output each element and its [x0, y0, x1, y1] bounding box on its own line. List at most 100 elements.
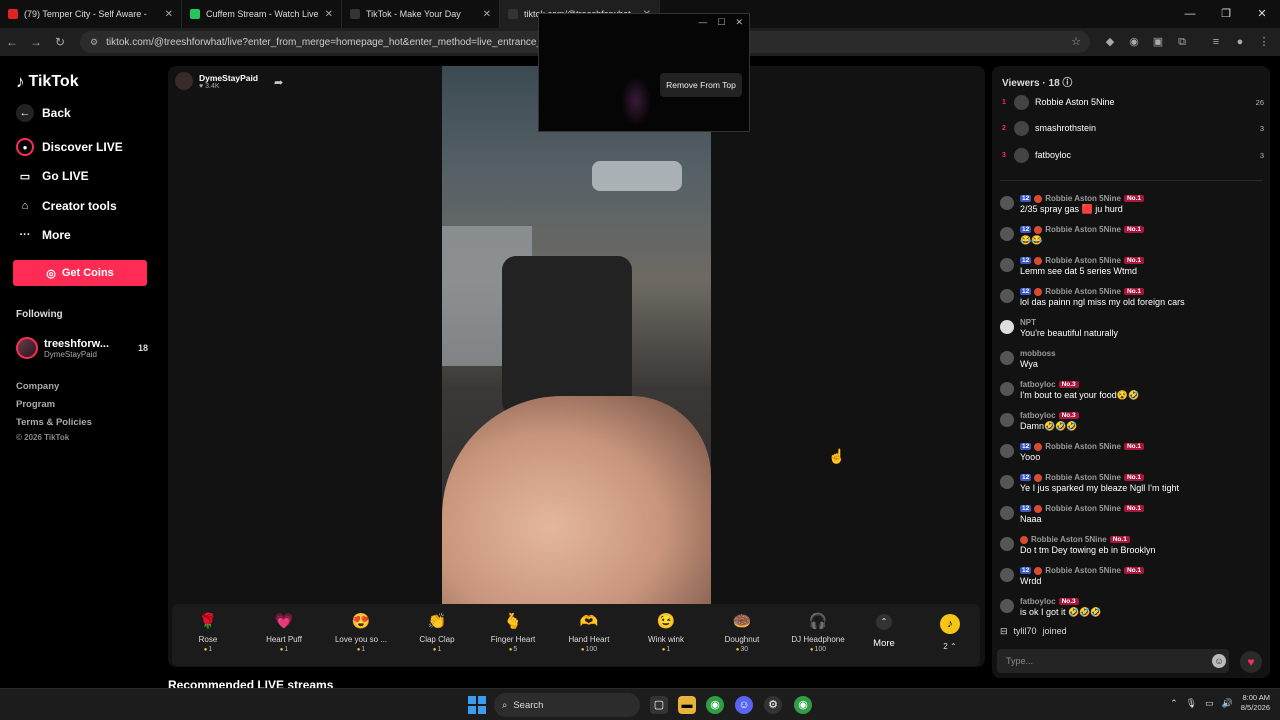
app-icon[interactable]: ⚙: [764, 696, 782, 714]
browser-tab[interactable]: (79) Temper City - Self Aware - ✕: [0, 0, 182, 28]
chat-message[interactable]: fatboyloc No.3 is ok I got it 🤣🤣🤣: [1000, 597, 1262, 618]
gift-dj-headphone[interactable]: 🎧 DJ Headphone 100: [783, 608, 853, 653]
sidebar-item-creator-tools[interactable]: ⌂ Creator tools: [16, 197, 117, 215]
following-account[interactable]: treeshforw... DymeStayPaid 18: [16, 334, 148, 362]
gift-clap-clap[interactable]: 👏 Clap Clap 1: [402, 608, 472, 653]
chat-input[interactable]: Type...: [997, 649, 1229, 673]
sidebar-item-go-live[interactable]: ▭ Go LIVE: [16, 167, 89, 185]
top-viewer-row[interactable]: 3 fatboyloc 3: [1002, 146, 1264, 164]
browser-tab[interactable]: TikTok - Make Your Day ✕: [342, 0, 500, 28]
chat-username[interactable]: fatboyloc: [1020, 380, 1056, 389]
coin-balance[interactable]: ♪ 2 ⌃: [936, 612, 964, 651]
remove-from-top-button[interactable]: Remove From Top: [660, 73, 742, 97]
chat-username[interactable]: Robbie Aston 5Nine: [1045, 287, 1121, 296]
chat-username[interactable]: Robbie Aston 5Nine: [1045, 194, 1121, 203]
live-video[interactable]: [442, 66, 711, 604]
chat-message[interactable]: 12 Robbie Aston 5Nine No.1 Naaa: [1000, 504, 1262, 524]
discord-icon[interactable]: ☺: [735, 696, 753, 714]
chat-message[interactable]: 12 Robbie Aston 5Nine No.1 lol das painn n…: [1000, 287, 1262, 307]
joined-username[interactable]: tylil70: [1014, 626, 1037, 637]
chat-username[interactable]: mobboss: [1020, 349, 1056, 358]
chat-message[interactable]: 12 Robbie Aston 5Nine No.1 2/35 spray gas …: [1000, 194, 1262, 215]
chat-message[interactable]: 12 Robbie Aston 5Nine No.1 Lemm see dat 5 …: [1000, 256, 1262, 276]
share-icon[interactable]: ➦: [274, 76, 283, 89]
profile-avatar-icon[interactable]: ●: [1232, 34, 1248, 50]
chat-message[interactable]: fatboyloc No.3 Damn🤣🤣🤣: [1000, 411, 1262, 432]
emoji-icon[interactable]: ☺: [1212, 654, 1226, 668]
chat-message[interactable]: 12 Robbie Aston 5Nine No.1 Wrdd: [1000, 566, 1262, 586]
like-heart-button[interactable]: ♥: [1240, 651, 1262, 673]
chat-username[interactable]: Robbie Aston 5Nine: [1031, 535, 1107, 544]
chat-message[interactable]: Robbie Aston 5Nine No.1 Do t tm Dey towin…: [1000, 535, 1262, 555]
browser-menu-icon[interactable]: ⋮: [1256, 34, 1272, 50]
minimize-icon[interactable]: —: [1172, 0, 1208, 28]
chat-message[interactable]: 12 Robbie Aston 5Nine No.1 Ye I jus sparke…: [1000, 473, 1262, 493]
get-coins-button[interactable]: ◎ Get Coins: [13, 260, 147, 286]
sidebar-item-more[interactable]: ··· More: [16, 226, 71, 244]
host-avatar[interactable]: [175, 72, 193, 90]
gift-finger-heart[interactable]: 🫰 Finger Heart 5: [478, 608, 548, 653]
site-info-icon[interactable]: ⚙: [90, 37, 98, 48]
gift-doughnut[interactable]: 🍩 Doughnut 30: [707, 608, 777, 653]
tiktok-logo[interactable]: ♪ TikTok: [16, 72, 79, 92]
close-tab-icon[interactable]: ✕: [483, 9, 491, 20]
mini-player-window[interactable]: — ☐ ✕ Remove From Top: [538, 13, 750, 132]
minimize-icon[interactable]: —: [698, 17, 707, 27]
chrome-icon[interactable]: ◉: [706, 696, 724, 714]
reload-icon[interactable]: ↻: [48, 35, 72, 49]
forward-arrow-icon[interactable]: →: [24, 35, 48, 49]
chevron-up-icon[interactable]: ⌃: [1170, 698, 1178, 709]
reading-list-icon[interactable]: ≡: [1208, 34, 1224, 50]
chat-username[interactable]: Robbie Aston 5Nine: [1045, 473, 1121, 482]
gift-hand-heart[interactable]: 🫶 Hand Heart 100: [554, 608, 624, 653]
gift-love-you[interactable]: 😍 Love you so ... 1: [326, 608, 396, 653]
viewers-title[interactable]: Viewers · 18 ⓘ: [1002, 74, 1072, 89]
bookmark-star-icon[interactable]: ☆: [1068, 34, 1084, 50]
chat-message[interactable]: 12 Robbie Aston 5Nine No.1 Yooo: [1000, 442, 1262, 462]
sidebar-item-discover-live[interactable]: ● Discover LIVE: [16, 138, 123, 156]
back-arrow-icon[interactable]: ←: [0, 35, 24, 49]
extension-icon[interactable]: ▣: [1150, 34, 1166, 50]
gift-wink-wink[interactable]: 😉 Wink wink 1: [631, 608, 701, 653]
extension-icon[interactable]: ◉: [1126, 34, 1142, 50]
extensions-puzzle-icon[interactable]: ⧉: [1174, 34, 1190, 50]
taskbar-search[interactable]: ⌕ Search: [494, 693, 640, 717]
more-gifts-button[interactable]: ⌃ More: [864, 612, 904, 649]
chat-username[interactable]: Robbie Aston 5Nine: [1045, 566, 1121, 575]
chat-message[interactable]: fatboyloc No.3 I'm bout to eat your food😵…: [1000, 380, 1262, 401]
file-explorer-icon[interactable]: ▬: [678, 696, 696, 714]
footer-link-terms[interactable]: Terms & Policies: [16, 417, 92, 428]
chat-message[interactable]: mobboss Wya: [1000, 349, 1262, 369]
chat-message[interactable]: 12 Robbie Aston 5Nine No.1 😂😂: [1000, 225, 1262, 246]
info-icon[interactable]: ⓘ: [1062, 78, 1072, 89]
chrome-active-icon[interactable]: ◉: [794, 696, 812, 714]
gift-heart-puff[interactable]: 💗 Heart Puff 1: [249, 608, 319, 653]
top-viewer-row[interactable]: 1 Robbie Aston 5Nine 26: [1002, 93, 1264, 111]
extension-icon[interactable]: ◆: [1102, 34, 1118, 50]
chat-username[interactable]: Robbie Aston 5Nine: [1045, 504, 1121, 513]
microphone-icon[interactable]: 🎙: [1186, 698, 1197, 709]
host-name[interactable]: DymeStayPaid: [199, 73, 258, 83]
close-tab-icon[interactable]: ✕: [165, 9, 173, 20]
volume-icon[interactable]: 🔊: [1222, 698, 1233, 709]
task-view-icon[interactable]: ▢: [650, 696, 668, 714]
gift-rose[interactable]: 🌹 Rose 1: [173, 608, 243, 653]
close-tab-icon[interactable]: ✕: [325, 9, 333, 20]
footer-link-company[interactable]: Company: [16, 381, 59, 392]
maximize-icon[interactable]: ❐: [1208, 0, 1244, 28]
chat-username[interactable]: Robbie Aston 5Nine: [1045, 225, 1121, 234]
top-viewer-row[interactable]: 2 smashrothstein 3: [1002, 119, 1264, 137]
chat-message[interactable]: NPT You're beautiful naturally: [1000, 318, 1262, 338]
chat-username[interactable]: fatboyloc: [1020, 411, 1056, 420]
chat-username[interactable]: NPT: [1020, 318, 1036, 327]
close-icon[interactable]: ✕: [735, 17, 743, 28]
chat-username[interactable]: Robbie Aston 5Nine: [1045, 256, 1121, 265]
close-window-icon[interactable]: ✕: [1244, 0, 1280, 28]
footer-link-program[interactable]: Program: [16, 399, 55, 410]
chat-username[interactable]: fatboyloc: [1020, 597, 1056, 606]
network-icon[interactable]: ▭: [1205, 698, 1214, 709]
back-link[interactable]: ← Back: [16, 104, 71, 122]
windows-start-icon[interactable]: [468, 696, 486, 714]
maximize-icon[interactable]: ☐: [717, 17, 725, 28]
clock[interactable]: 8:00 AM 8/5/2026: [1241, 693, 1270, 713]
